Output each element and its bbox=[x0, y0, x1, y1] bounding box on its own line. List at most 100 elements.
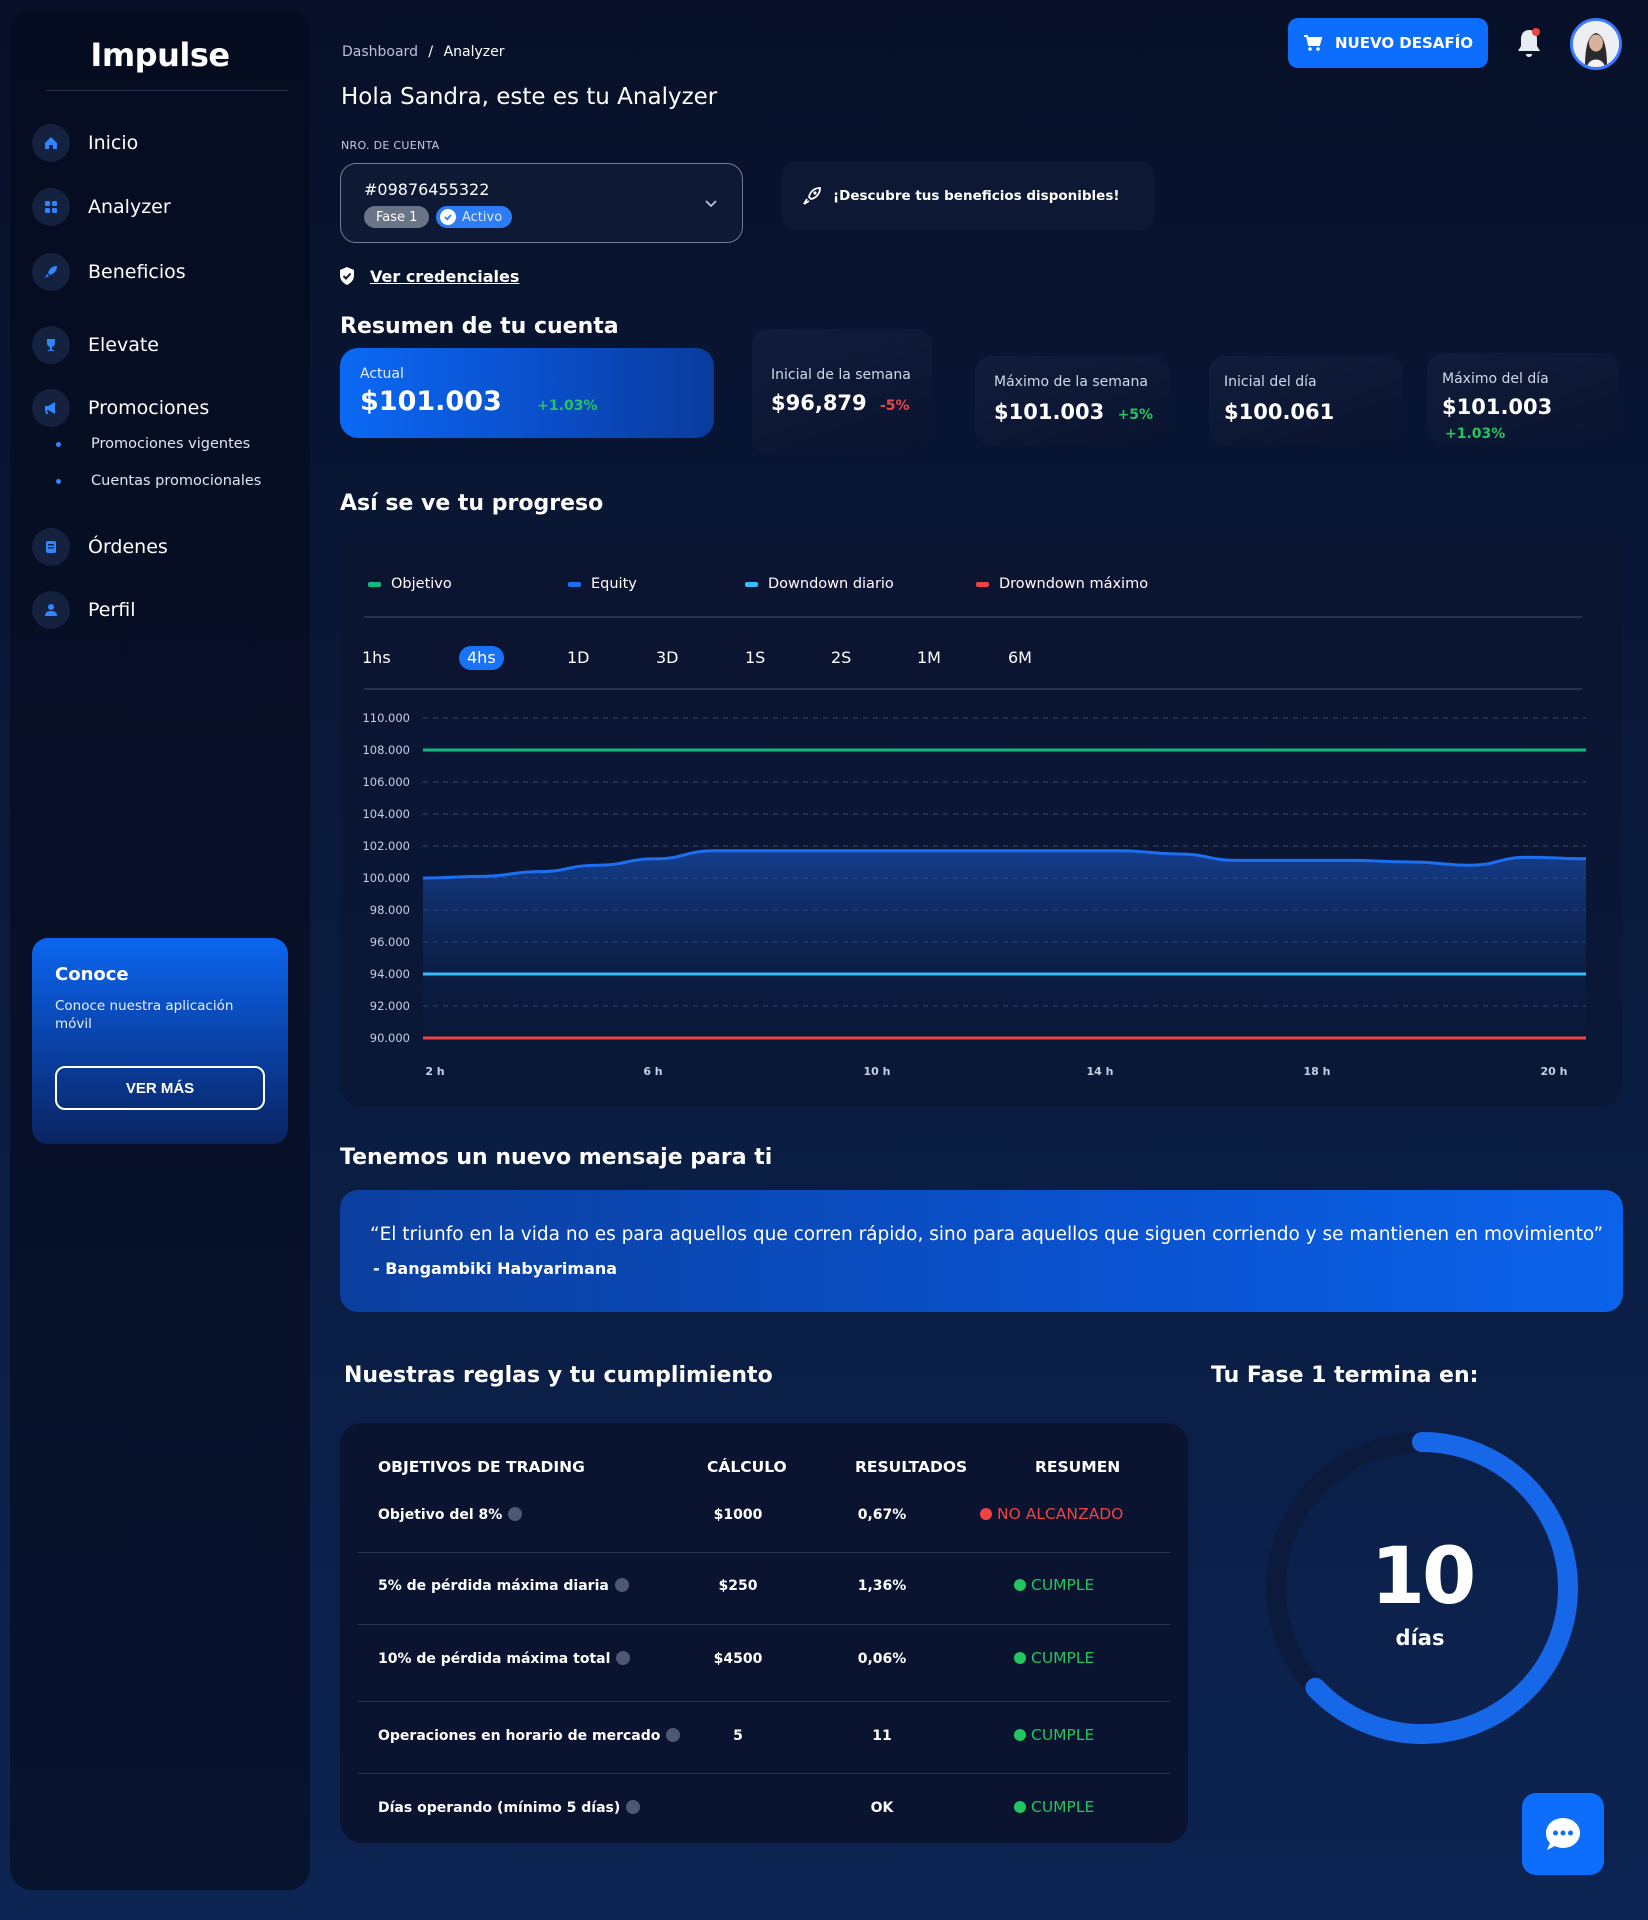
timeframe-2s[interactable]: 2S bbox=[831, 646, 851, 670]
rules-header-resumen: RESUMEN bbox=[1035, 1458, 1121, 1476]
timeframe-4hs[interactable]: 4hs bbox=[459, 646, 504, 670]
info-icon[interactable] bbox=[616, 1651, 631, 1665]
countdown-value: 10 bbox=[1370, 1532, 1477, 1622]
sidebar-item-inicio[interactable]: Inicio bbox=[32, 123, 138, 163]
rules-header-objetivos: OBJETIVOS DE TRADING bbox=[378, 1458, 585, 1476]
breadcrumb-dashboard[interactable]: Dashboard bbox=[342, 44, 418, 60]
sidebar-item-promociones[interactable]: Promociones bbox=[32, 388, 209, 428]
legend-downdown-diario[interactable]: Downdown diario bbox=[745, 576, 894, 592]
legend-label: Objetivo bbox=[391, 576, 452, 592]
ver-mas-button[interactable]: VER MÁS bbox=[55, 1066, 265, 1110]
legend-label: Downdown diario bbox=[768, 576, 894, 592]
view-credentials-link[interactable]: Ver credenciales bbox=[338, 266, 519, 286]
rules-table: OBJETIVOS DE TRADING CÁLCULO RESULTADOS … bbox=[340, 1423, 1188, 1843]
account-selector[interactable]: #09876455322 Fase 1 Activo bbox=[340, 163, 743, 243]
sidebar-item-ordenes[interactable]: Órdenes bbox=[32, 527, 168, 567]
summary-card-value: $101.003 +1.03% bbox=[1442, 395, 1619, 443]
rule-result: 0,67% bbox=[857, 1507, 907, 1523]
notification-bell-icon[interactable] bbox=[1514, 26, 1544, 64]
legend-drowndown-maximo[interactable]: Drowndown máximo bbox=[976, 576, 1148, 592]
cart-icon bbox=[1303, 34, 1323, 52]
summary-card-label: Inicial de la semana bbox=[771, 367, 911, 383]
rule-calc: $1000 bbox=[713, 1507, 763, 1523]
summary-card-amount: $101.003 bbox=[1442, 395, 1553, 419]
rule-result: OK bbox=[870, 1800, 894, 1816]
summary-card-change: +1.03% bbox=[1445, 426, 1506, 442]
grid-icon bbox=[32, 188, 70, 226]
benefits-banner[interactable]: ¡Descubre tus beneficios disponibles! bbox=[781, 162, 1155, 230]
legend-equity[interactable]: Equity bbox=[568, 576, 637, 592]
summary-card-label: Inicial del día bbox=[1224, 374, 1317, 390]
sidebar-item-label: Promociones bbox=[88, 397, 210, 419]
rule-objective-label: 10% de pérdida máxima total bbox=[378, 1651, 611, 1667]
info-icon[interactable] bbox=[508, 1507, 523, 1521]
check-circle-icon bbox=[1014, 1579, 1026, 1591]
sidebar-item-label: Inicio bbox=[88, 132, 139, 154]
sidebar-divider bbox=[46, 90, 288, 91]
status-label: CUMPLE bbox=[1031, 1576, 1095, 1594]
sidebar-subitem-label: Cuentas promocionales bbox=[91, 473, 262, 489]
countdown-unit: días bbox=[1395, 1626, 1445, 1650]
timeframe-3d[interactable]: 3D bbox=[656, 646, 679, 670]
rule-result: 1,36% bbox=[857, 1578, 907, 1594]
summary-card-change: +1.03% bbox=[537, 398, 598, 414]
info-icon[interactable] bbox=[626, 1800, 641, 1814]
app-promo-card: Conoce Conoce nuestra aplicación móvil V… bbox=[32, 938, 288, 1144]
sidebar-subitem-cuentas-promocionales[interactable]: Cuentas promocionales bbox=[56, 473, 261, 489]
home-icon bbox=[32, 124, 70, 162]
summary-card-amount: $101.003 bbox=[360, 386, 502, 417]
breadcrumb-current: Analyzer bbox=[443, 44, 505, 60]
x-circle-icon bbox=[980, 1508, 992, 1520]
rule-objective: Operaciones en horario de mercado bbox=[378, 1728, 681, 1744]
timeframe-6m[interactable]: 6M bbox=[1008, 646, 1032, 670]
sidebar-subitem-promociones-vigentes[interactable]: Promociones vigentes bbox=[56, 436, 250, 452]
timeframe-1s[interactable]: 1S bbox=[745, 646, 765, 670]
rule-objective: 10% de pérdida máxima total bbox=[378, 1651, 631, 1667]
trophy-icon bbox=[32, 326, 70, 364]
rule-objective-label: Operaciones en horario de mercado bbox=[378, 1728, 661, 1744]
rule-objective: Días operando (mínimo 5 días) bbox=[378, 1800, 641, 1816]
rule-calc: 5 bbox=[733, 1728, 743, 1744]
sidebar-item-elevate[interactable]: Elevate bbox=[32, 325, 159, 365]
rules-header-calculo: CÁLCULO bbox=[707, 1458, 787, 1476]
row-divider bbox=[358, 1701, 1170, 1702]
timeframe-1m[interactable]: 1M bbox=[917, 646, 941, 670]
row-divider bbox=[358, 1773, 1170, 1774]
status-label: CUMPLE bbox=[1031, 1649, 1095, 1667]
legend-swatch bbox=[368, 581, 381, 587]
status-badge: NO ALCANZADO bbox=[980, 1505, 1123, 1523]
sidebar-subitem-label: Promociones vigentes bbox=[91, 436, 251, 452]
summary-card-daily-initial: Inicial del día $100.061 bbox=[1209, 356, 1403, 446]
legend-objetivo[interactable]: Objetivo bbox=[368, 576, 452, 592]
check-circle-icon bbox=[440, 209, 456, 225]
info-icon[interactable] bbox=[666, 1728, 681, 1742]
nuevo-desafio-button[interactable]: NUEVO DESAFÍO bbox=[1288, 18, 1488, 68]
legend-divider bbox=[364, 616, 1582, 618]
sidebar-item-beneficios[interactable]: Beneficios bbox=[32, 252, 186, 292]
sidebar-item-label: Beneficios bbox=[88, 261, 186, 283]
summary-card-label: Máximo del día bbox=[1442, 371, 1549, 387]
info-icon[interactable] bbox=[614, 1578, 629, 1592]
rule-objective: Objetivo del 8% bbox=[378, 1507, 523, 1523]
logo[interactable]: Impulse bbox=[10, 36, 310, 74]
clipboard-icon bbox=[32, 528, 70, 566]
summary-card-change: -5% bbox=[879, 398, 910, 414]
message-title: Tenemos un nuevo mensaje para ti bbox=[340, 1145, 773, 1170]
rule-objective: 5% de pérdida máxima diaria bbox=[378, 1578, 629, 1594]
chat-button[interactable] bbox=[1522, 1793, 1604, 1875]
rocket-icon bbox=[801, 185, 823, 207]
timeframe-1d[interactable]: 1D bbox=[567, 646, 590, 670]
sidebar-item-analyzer[interactable]: Analyzer bbox=[32, 187, 171, 227]
status-label: CUMPLE bbox=[1031, 1798, 1095, 1816]
megaphone-icon bbox=[32, 389, 70, 427]
rule-calc: $4500 bbox=[713, 1651, 763, 1667]
summary-card-actual: Actual $101.003 +1.03% bbox=[340, 348, 714, 438]
timeframe-1hs[interactable]: 1hs bbox=[362, 646, 391, 670]
avatar[interactable] bbox=[1570, 18, 1622, 70]
rule-objective-label: Días operando (mínimo 5 días) bbox=[378, 1800, 621, 1816]
sidebar-item-label: Perfil bbox=[88, 599, 136, 621]
bullet-icon bbox=[56, 441, 61, 447]
benefits-text: ¡Descubre tus beneficios disponibles! bbox=[833, 188, 1120, 204]
sidebar-item-perfil[interactable]: Perfil bbox=[32, 590, 136, 630]
rules-title: Nuestras reglas y tu cumplimiento bbox=[344, 1363, 773, 1388]
